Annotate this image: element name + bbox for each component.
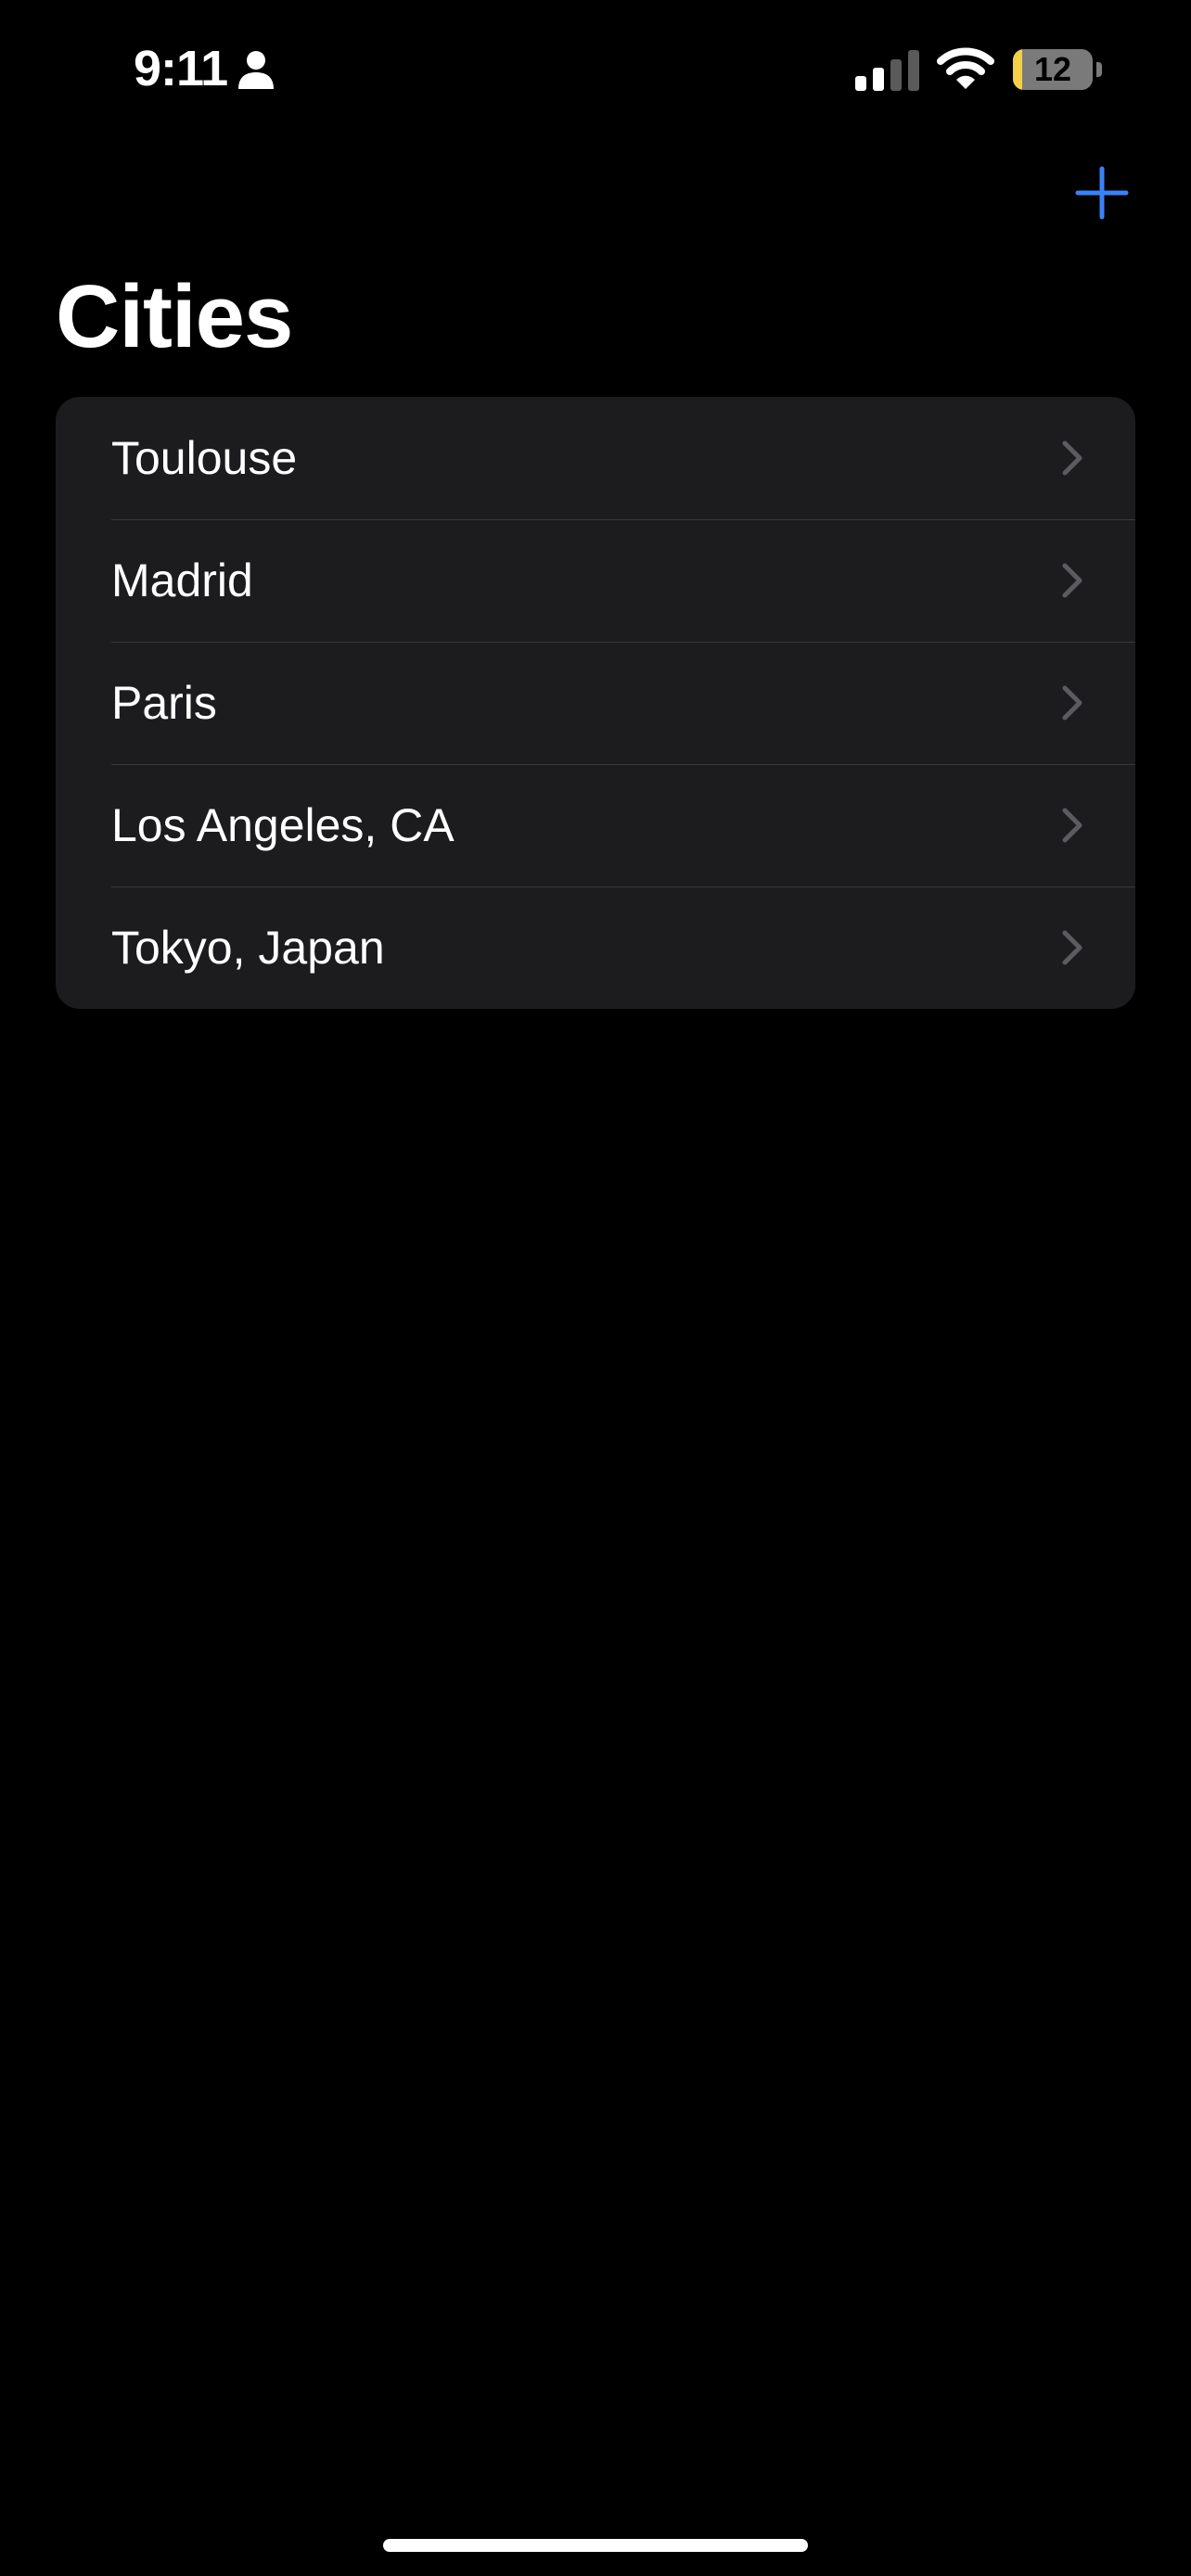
city-row-toulouse[interactable]: Toulouse <box>56 397 1135 519</box>
city-row-paris[interactable]: Paris <box>56 642 1135 764</box>
city-label: Los Angeles, CA <box>111 799 455 851</box>
chevron-right-icon <box>1062 563 1082 598</box>
add-city-button[interactable] <box>1072 163 1132 223</box>
city-label: Paris <box>111 677 217 729</box>
status-time: 9:11 <box>134 41 228 96</box>
city-row-madrid[interactable]: Madrid <box>56 519 1135 642</box>
city-list: Toulouse Madrid Paris Los Angeles, CA To… <box>56 397 1135 1009</box>
city-row-los-angeles[interactable]: Los Angeles, CA <box>56 764 1135 886</box>
city-label: Toulouse <box>111 432 298 484</box>
city-label: Tokyo, Japan <box>111 922 385 974</box>
status-bar: 9:11 12 <box>0 0 1191 139</box>
battery-level: 12 <box>1033 50 1072 88</box>
wifi-icon <box>937 47 994 89</box>
person-icon <box>238 51 274 89</box>
home-indicator[interactable] <box>383 2539 808 2552</box>
battery-icon: 12 <box>1013 49 1102 90</box>
chevron-right-icon <box>1062 808 1082 843</box>
chevron-right-icon <box>1062 930 1082 965</box>
cellular-signal-icon <box>855 50 919 91</box>
chevron-right-icon <box>1062 440 1082 476</box>
city-row-tokyo[interactable]: Tokyo, Japan <box>56 886 1135 1009</box>
city-label: Madrid <box>111 555 253 606</box>
chevron-right-icon <box>1062 685 1082 721</box>
page-title: Cities <box>56 267 293 366</box>
